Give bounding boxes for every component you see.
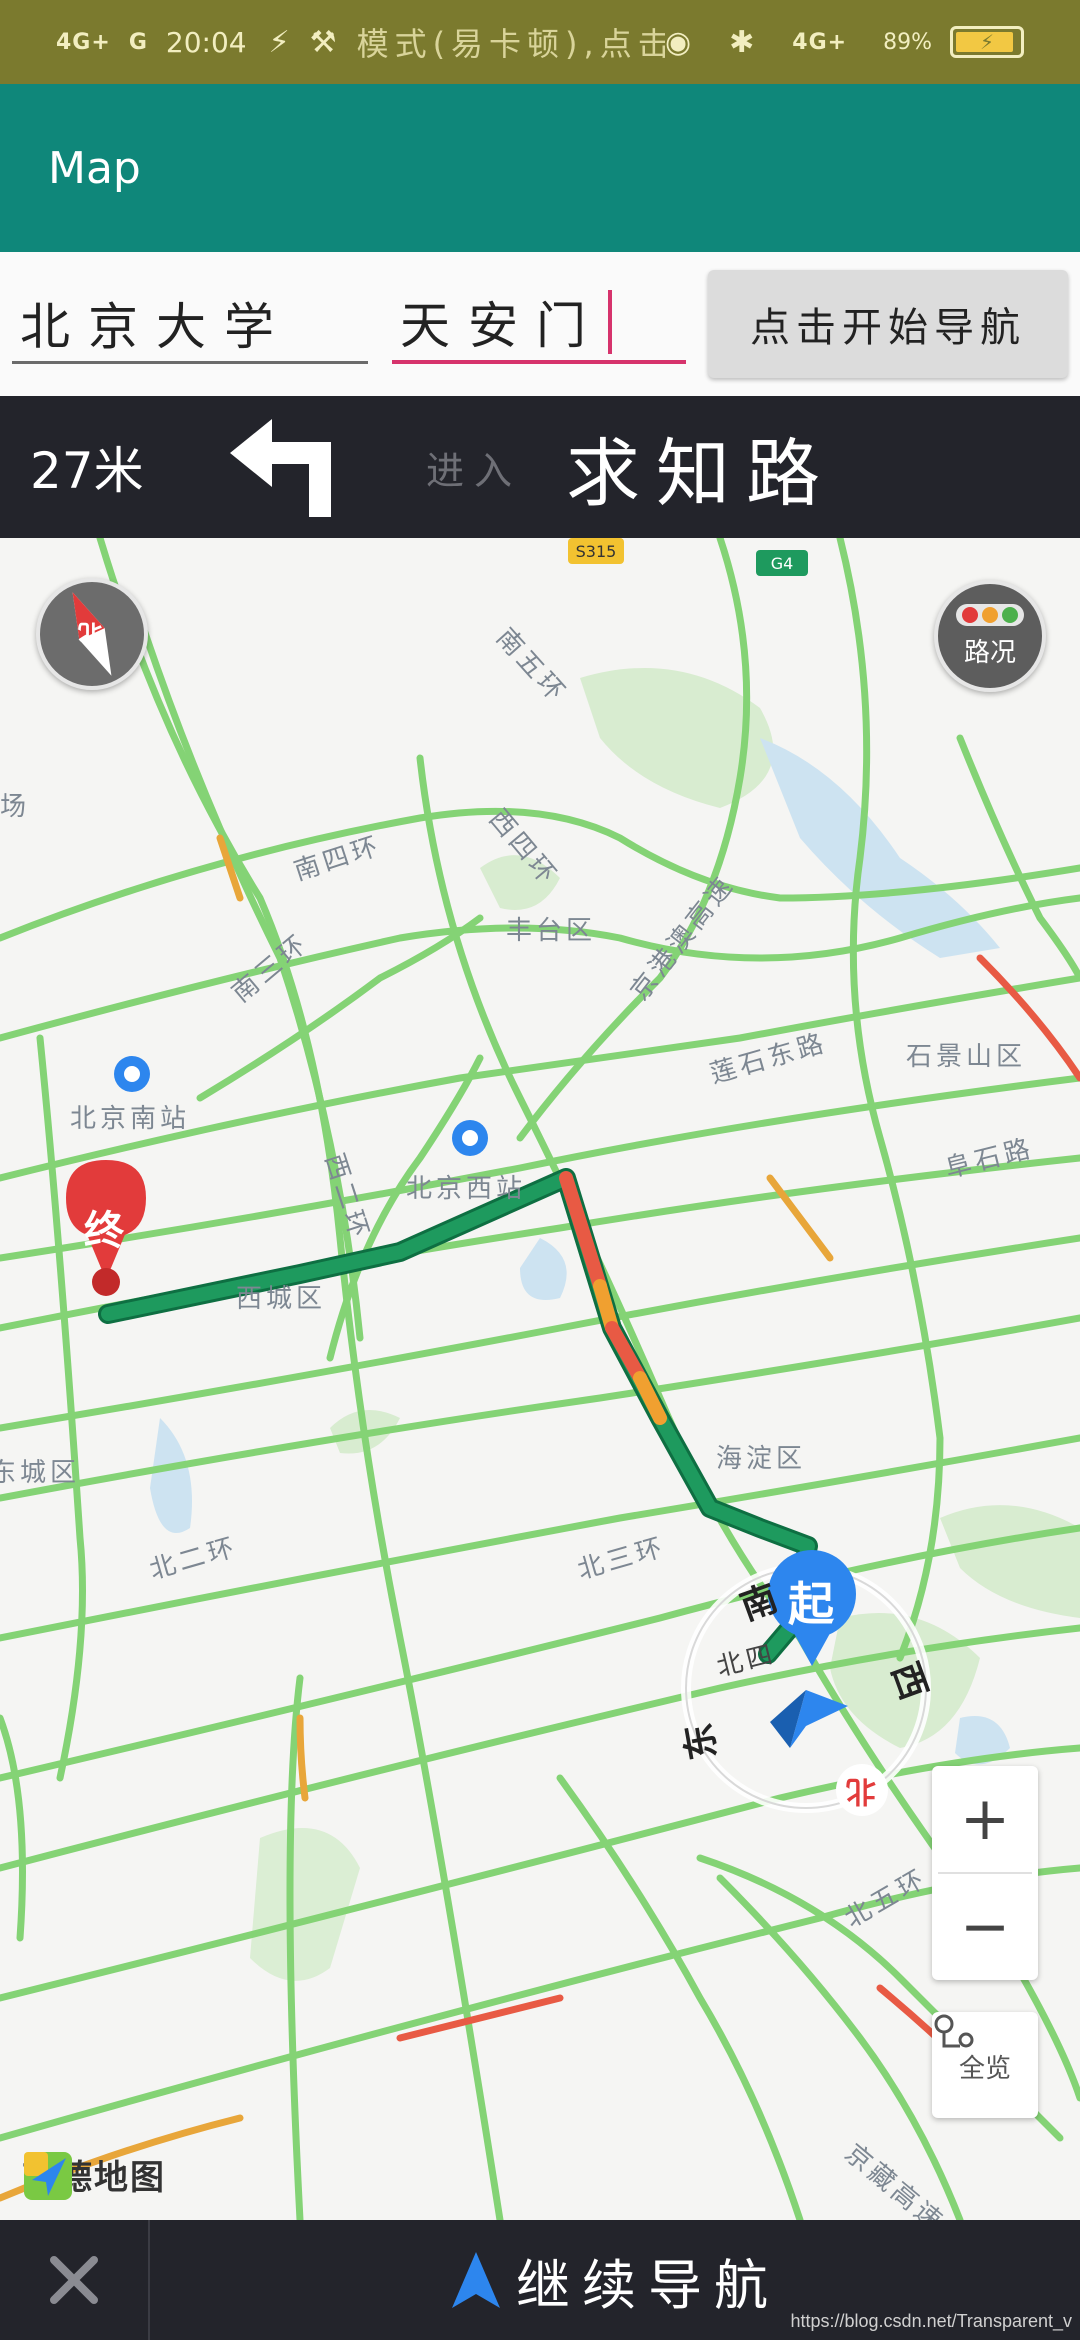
close-icon xyxy=(50,2256,98,2304)
start-navigation-button[interactable]: 点击开始导航 xyxy=(708,270,1068,378)
text-caret xyxy=(608,290,612,354)
route-overview-icon xyxy=(934,2014,974,2048)
app-bar: Map xyxy=(0,84,1080,252)
destination-value: 天安门 xyxy=(400,297,604,355)
map-canvas: S315 G4 xyxy=(0,538,1080,2220)
continue-navigation-label: 继续导航 xyxy=(516,2253,780,2317)
amap-logo-icon xyxy=(24,2152,72,2200)
usb-icon: ⚡ xyxy=(268,24,290,60)
turn-guidance-bar: 27米 进入 求知路 xyxy=(0,396,1080,538)
shield-g4: G4 xyxy=(771,554,794,573)
network-indicator: 4G+ xyxy=(792,29,848,55)
map-label-fengtai: 丰台区 xyxy=(506,916,597,946)
overview-label: 全览 xyxy=(958,2053,1011,2084)
battery-icon: ⚡ xyxy=(950,26,1024,58)
start-location-input[interactable]: 北京大学 xyxy=(12,284,368,364)
signal-indicator: 4G+ xyxy=(56,29,111,55)
map-label-xicheng: 西城区 xyxy=(236,1284,327,1314)
start-marker-label[interactable]: 起 xyxy=(788,1568,834,1634)
exit-navigation-button[interactable] xyxy=(0,2220,150,2340)
map-label-dongcheng: 东城区 xyxy=(0,1458,81,1488)
turn-left-arrow-icon xyxy=(230,419,331,517)
clock: 20:04 xyxy=(165,25,247,59)
zoom-controls: + − xyxy=(932,1766,1038,1980)
location-icon: ◉ xyxy=(664,24,692,60)
app-title: Map xyxy=(48,142,141,194)
turn-distance: 27米 xyxy=(30,442,144,500)
enter-label: 进入 xyxy=(426,448,523,493)
zoom-out-button[interactable]: − xyxy=(932,1874,1038,1980)
compass-button[interactable]: 北 xyxy=(36,578,148,690)
map-label-shijingshan: 石景山区 xyxy=(906,1042,1027,1072)
bluetooth-icon: ✱ xyxy=(729,24,755,60)
map-label-haidian: 海淀区 xyxy=(716,1444,807,1474)
compass-north-label: 北 xyxy=(78,619,102,647)
shield-s315: S315 xyxy=(576,542,617,561)
status-notice[interactable]: 模式(易卡顿),点击关闭 xyxy=(357,19,665,65)
map-label-beijing-west-station: 北京西站 xyxy=(406,1174,527,1204)
traffic-light-icon xyxy=(956,603,1024,626)
route-input-row: 北京大学 天安门 点击开始导航 xyxy=(0,252,1080,396)
battery-percent: 89% xyxy=(883,29,932,55)
traffic-toggle-button[interactable]: 路况 xyxy=(934,580,1046,692)
next-road-name: 求知路 xyxy=(566,430,837,517)
zoom-in-button[interactable]: + xyxy=(932,1766,1038,1872)
map-label-beijing-south-station: 北京南站 xyxy=(70,1104,191,1134)
signal-indicator-2: G xyxy=(128,29,148,55)
start-location-value: 北京大学 xyxy=(20,297,292,356)
destination-marker-label[interactable]: 终 xyxy=(84,1198,124,1256)
status-bar: 4G+ G 20:04 ⚡ ⚒ 模式(易卡顿),点击关闭 ◉ ✱ 4G+ 89%… xyxy=(0,0,1080,84)
map-view[interactable]: S315 G4 南五环 南四环 南三环 西四环 丰台区 京港澳高速 莲石东路 石… xyxy=(0,538,1080,2220)
usb-debug-icon: ⚒ xyxy=(309,24,337,60)
overview-button[interactable]: 全览 xyxy=(932,2012,1038,2118)
bottom-navigation-bar: 继续导航 https://blog.csdn.net/Transparent_v xyxy=(0,2220,1080,2340)
map-provider-logo: 高德地图 xyxy=(22,2150,166,2200)
map-label-partial: 场 xyxy=(0,792,31,822)
navigation-arrow-icon xyxy=(452,2252,500,2308)
watermark-text: https://blog.csdn.net/Transparent_v xyxy=(790,2311,1073,2331)
direction-north-label: 北 xyxy=(846,1773,876,1808)
destination-input[interactable]: 天安门 xyxy=(392,284,686,364)
traffic-toggle-label: 路况 xyxy=(963,637,1016,668)
